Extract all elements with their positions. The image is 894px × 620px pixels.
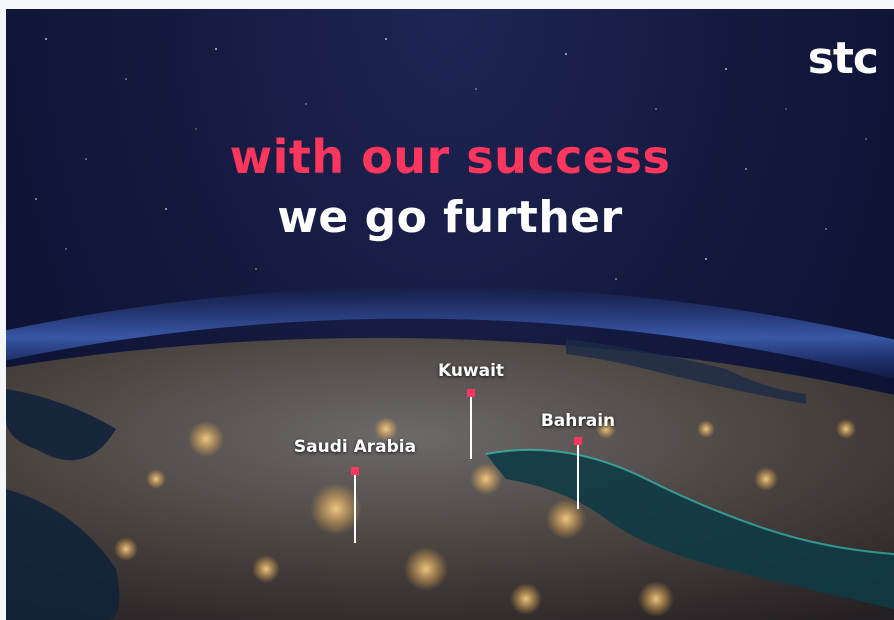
headline-line1: with our success xyxy=(229,130,671,184)
marker-label: Saudi Arabia xyxy=(293,437,417,457)
marker-stem xyxy=(577,445,579,509)
marker-dot xyxy=(467,389,475,397)
marker-label: Bahrain xyxy=(540,411,616,431)
promo-image: stc with our success we go further Kuwai… xyxy=(6,9,894,620)
stc-logo: stc xyxy=(807,33,879,84)
marker-stem xyxy=(470,397,472,459)
marker-dot xyxy=(351,467,359,475)
marker-stem xyxy=(354,475,356,543)
marker-label: Kuwait xyxy=(437,361,505,381)
headline-line2: we go further xyxy=(277,192,623,243)
marker-dot xyxy=(574,437,582,445)
earth-horizon xyxy=(6,286,894,620)
headline: with our success we go further xyxy=(6,129,894,247)
